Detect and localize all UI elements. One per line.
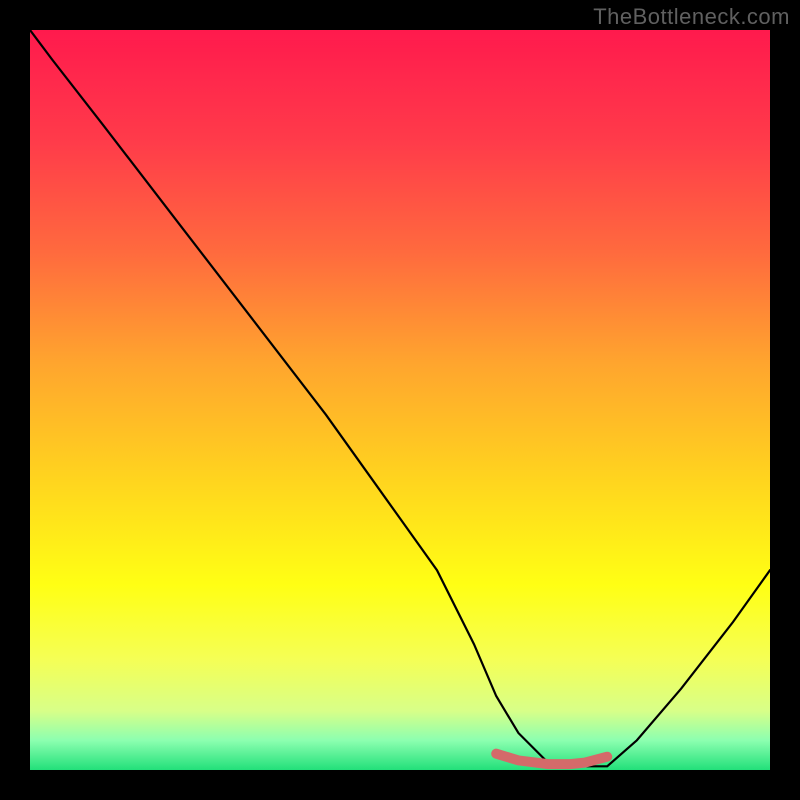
gradient-background: [30, 30, 770, 770]
chart-frame: TheBottleneck.com: [0, 0, 800, 800]
watermark-text: TheBottleneck.com: [593, 4, 790, 30]
plot-area: [30, 30, 770, 770]
chart-svg: [30, 30, 770, 770]
